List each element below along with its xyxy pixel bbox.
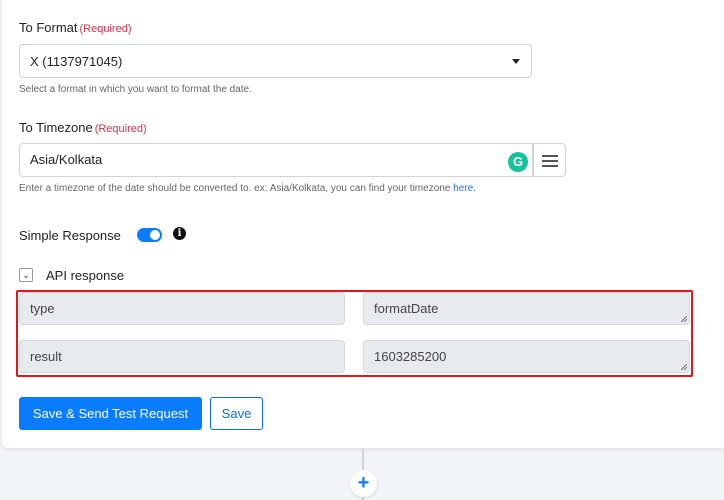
hamburger-icon	[542, 155, 558, 157]
response-key-field: result	[19, 340, 345, 373]
field-options-button[interactable]	[533, 143, 566, 177]
response-value-field[interactable]: formatDate	[363, 292, 690, 325]
to-timezone-help: Enter a timezone of the date should be c…	[19, 183, 476, 194]
hamburger-icon-line	[542, 165, 558, 167]
grammarly-icon[interactable]: G	[508, 152, 528, 172]
to-timezone-input[interactable]: Asia/Kolkata	[19, 143, 533, 177]
info-icon[interactable]: i	[173, 227, 186, 240]
collapse-chevron-icon[interactable]: ⌄	[19, 268, 33, 282]
response-value-field[interactable]: 1603285200	[363, 340, 690, 373]
save-and-send-test-button[interactable]: Save & Send Test Request	[19, 397, 202, 430]
timezone-help-link[interactable]: here	[453, 183, 473, 194]
add-step-button[interactable]: +	[350, 470, 377, 497]
hamburger-icon-line	[542, 160, 558, 162]
api-response-label: API response	[46, 268, 125, 283]
required-marker: (Required)	[79, 23, 132, 35]
to-timezone-label: To Timezone (Required)	[19, 120, 147, 135]
simple-response-toggle[interactable]	[137, 228, 162, 242]
to-format-select[interactable]: X (1137971045)	[19, 44, 532, 78]
required-marker: (Required)	[94, 123, 147, 135]
save-button[interactable]: Save	[210, 397, 263, 430]
response-key-field: type	[19, 292, 345, 325]
to-format-label: To Format (Required)	[19, 20, 132, 35]
to-format-help: Select a format in which you want to for…	[19, 84, 252, 95]
caret-down-icon	[512, 59, 520, 64]
simple-response-label: Simple Response	[19, 228, 121, 243]
to-format-selected-value: X (1137971045)	[30, 54, 123, 69]
